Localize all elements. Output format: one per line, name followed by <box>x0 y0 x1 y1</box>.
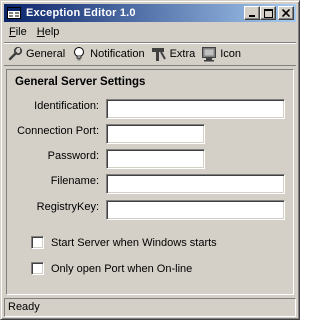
wrench-icon <box>7 46 23 62</box>
registry-key-field[interactable] <box>106 200 285 220</box>
connection-port-label: Connection Port: <box>17 125 99 137</box>
lightbulb-icon <box>71 46 87 62</box>
open-port-online-checkbox[interactable] <box>31 262 44 275</box>
maximize-icon <box>263 8 273 18</box>
close-icon <box>282 9 290 17</box>
title-bar[interactable]: Exception Editor 1.0 <box>4 4 296 22</box>
toolbar-general-button[interactable]: General <box>4 44 68 64</box>
menu-help-label: elp <box>44 26 60 38</box>
open-port-online-label[interactable]: Only open Port when On-line <box>51 263 192 275</box>
start-with-windows-label[interactable]: Start Server when Windows starts <box>51 237 217 249</box>
section-title: General Server Settings <box>15 76 146 88</box>
app-window-icon <box>6 6 22 20</box>
minimize-icon <box>249 15 255 17</box>
toolbar-extra-button[interactable]: Extra <box>148 44 199 64</box>
identification-label: Identification: <box>34 100 99 112</box>
maximize-button[interactable] <box>260 6 276 20</box>
menu-bar: File Help <box>4 23 296 41</box>
status-text: Ready <box>8 301 40 313</box>
window-title: Exception Editor 1.0 <box>26 7 136 19</box>
close-button[interactable] <box>278 6 294 20</box>
filename-field[interactable] <box>106 174 285 194</box>
open-port-online-option[interactable]: Only open Port when On-line <box>31 262 192 275</box>
password-label: Password: <box>47 150 99 162</box>
status-bar: Ready <box>4 298 296 317</box>
start-with-windows-checkbox[interactable] <box>31 236 44 249</box>
menu-file-label: ile <box>15 26 27 38</box>
menu-file[interactable]: File <box>4 26 32 38</box>
tools-icon <box>151 46 167 62</box>
menu-help-accesskey: H <box>36 26 45 38</box>
toolbar-icon-button[interactable]: Icon <box>198 44 244 64</box>
toolbar-extra-label: Extra <box>169 48 196 60</box>
filename-label: Filename: <box>50 175 99 187</box>
password-field[interactable] <box>106 149 205 169</box>
menu-file-accesskey: F <box>9 26 16 38</box>
toolbar-general-label: General <box>26 48 66 60</box>
identification-field[interactable] <box>106 99 285 119</box>
toolbar-notification-button[interactable]: Notification <box>68 44 147 64</box>
minimize-button[interactable] <box>244 6 260 20</box>
menu-help[interactable]: Help <box>32 26 65 38</box>
toolbar: General Notification Extra Icon <box>4 42 296 66</box>
registry-key-label: RegistryKey: <box>36 201 99 213</box>
start-with-windows-option[interactable]: Start Server when Windows starts <box>31 236 217 249</box>
settings-panel: General Server Settings Identification: … <box>6 69 294 295</box>
monitor-icon <box>201 46 217 62</box>
connection-port-field[interactable] <box>106 124 205 144</box>
toolbar-icon-label: Icon <box>220 48 242 60</box>
toolbar-notification-label: Notification <box>90 48 145 60</box>
app-window: Exception Editor 1.0 File Help General N… <box>0 0 300 320</box>
